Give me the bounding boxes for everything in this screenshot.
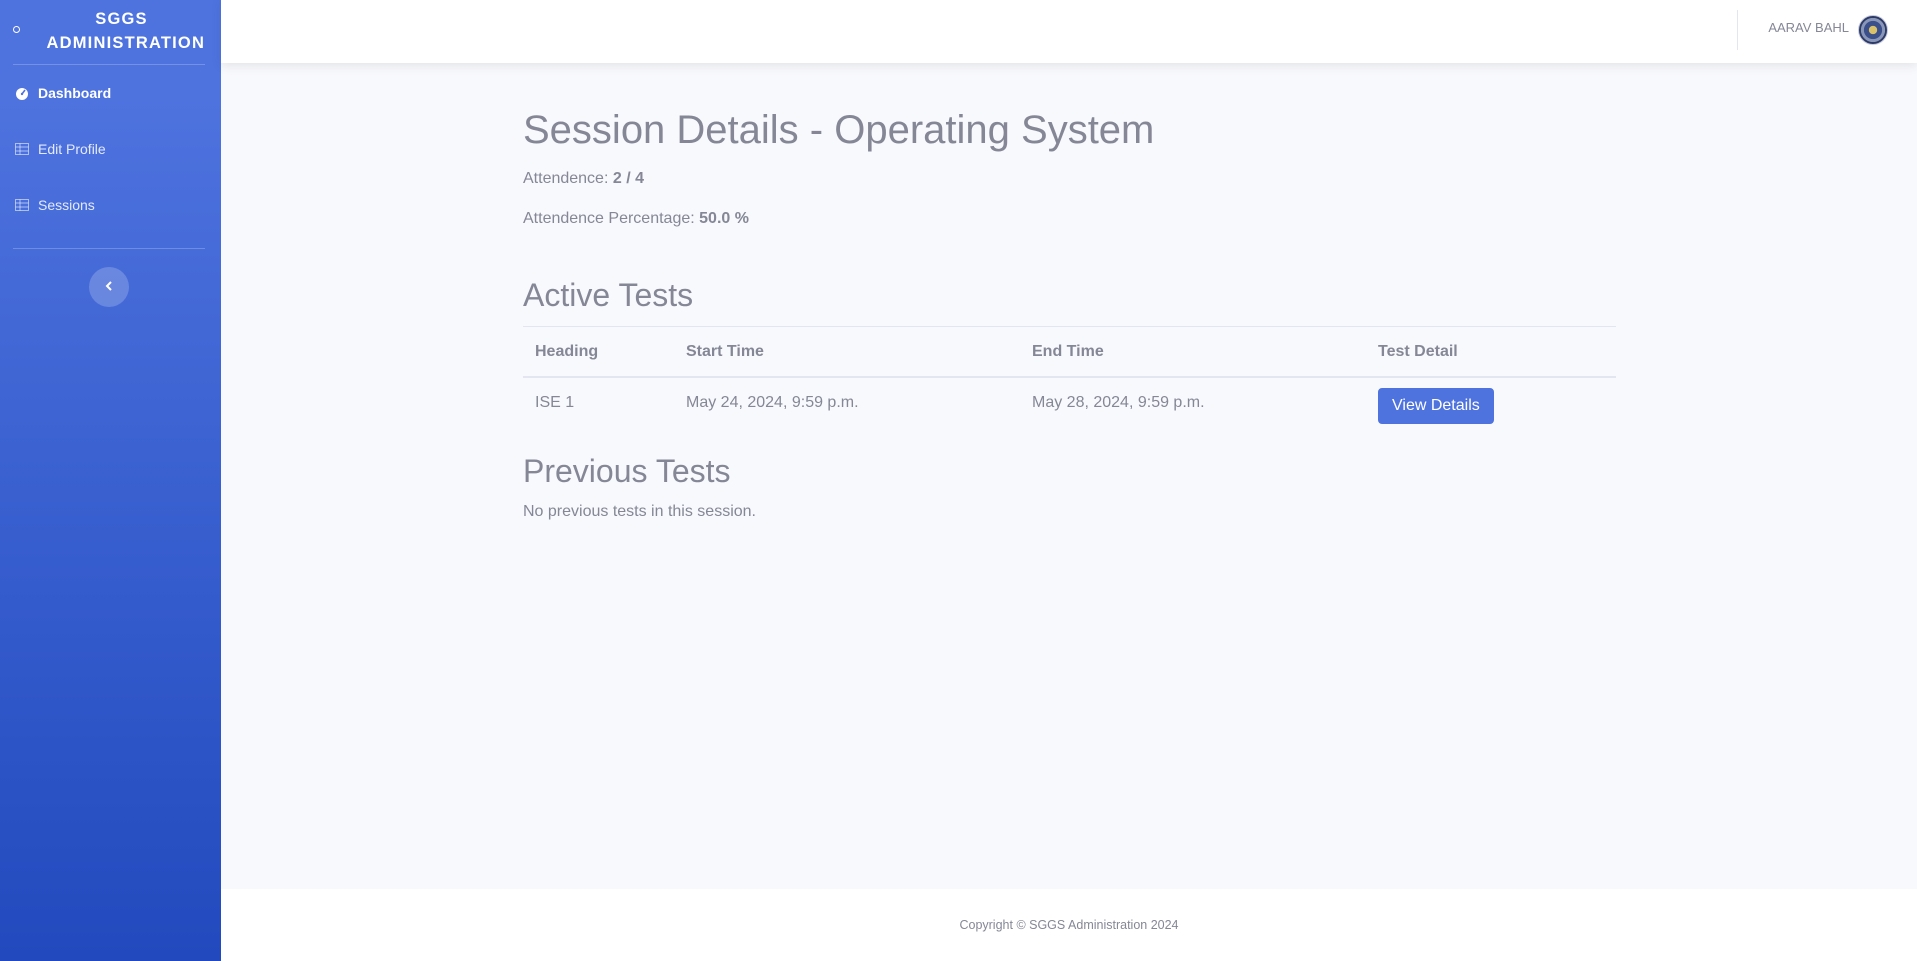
- chevron-left-icon: [105, 278, 113, 296]
- column-header-end-time: End Time: [1020, 326, 1366, 378]
- column-header-heading: Heading: [523, 326, 674, 378]
- sidebar-item-label: Dashboard: [38, 85, 112, 101]
- user-name[interactable]: AARAV BAHL: [1768, 20, 1849, 35]
- sidebar: SGGS ADMINISTRATION Dashboard Edit Profi…: [0, 0, 221, 961]
- sidebar-item-label: Sessions: [38, 197, 95, 213]
- column-header-test-detail: Test Detail: [1366, 326, 1616, 378]
- attendance-percentage-line: Attendence Percentage: 50.0 %: [523, 210, 749, 228]
- page-title: Session Details - Operating System: [523, 108, 1155, 152]
- active-tests-title: Active Tests: [523, 277, 694, 313]
- sidebar-brand[interactable]: SGGS ADMINISTRATION: [0, 0, 221, 62]
- table-icon: [15, 198, 29, 212]
- sidebar-item-label: Edit Profile: [38, 141, 106, 157]
- active-tests-table: Heading Start Time End Time Test Detail …: [523, 326, 1616, 444]
- cell-test-detail: View Details: [1366, 377, 1616, 444]
- no-previous-tests-message: No previous tests in this session.: [523, 503, 756, 520]
- table-row: ISE 1 May 24, 2024, 9:59 p.m. May 28, 20…: [523, 377, 1616, 444]
- table-header-row: Heading Start Time End Time Test Detail: [523, 326, 1616, 378]
- brand-logo-icon: [13, 26, 20, 33]
- sidebar-divider: [13, 248, 205, 249]
- user-avatar[interactable]: [1858, 15, 1888, 45]
- attendance-value: 2 / 4: [612, 170, 644, 187]
- cell-heading: ISE 1: [535, 394, 575, 411]
- sidebar-item-edit-profile[interactable]: Edit Profile: [0, 129, 221, 169]
- topbar-divider: [1737, 10, 1738, 50]
- column-header-start-time: Start Time: [674, 326, 1020, 378]
- attendance-line: Attendence: 2 / 4: [523, 170, 644, 188]
- percentage-label: Attendence Percentage:: [523, 210, 695, 227]
- footer: Copyright © SGGS Administration 2024: [221, 889, 1917, 961]
- previous-tests-title: Previous Tests: [523, 453, 731, 489]
- topbar: AARAV BAHL: [221, 0, 1917, 63]
- copyright-text: Copyright © SGGS Administration 2024: [959, 918, 1179, 932]
- table-icon: [15, 142, 29, 156]
- sidebar-toggle-button[interactable]: [89, 267, 129, 307]
- cell-start-time: May 24, 2024, 9:59 p.m.: [686, 394, 859, 411]
- sidebar-divider: [13, 64, 205, 65]
- sidebar-item-dashboard[interactable]: Dashboard: [0, 73, 221, 113]
- attendance-label: Attendence:: [523, 170, 609, 187]
- brand-text: SGGS ADMINISTRATION: [46, 10, 206, 52]
- cell-end-time: May 28, 2024, 9:59 p.m.: [1032, 394, 1205, 411]
- tachometer-icon: [15, 86, 29, 100]
- view-details-button[interactable]: View Details: [1378, 388, 1494, 424]
- percentage-value: 50.0 %: [699, 210, 749, 227]
- sidebar-item-sessions[interactable]: Sessions: [0, 185, 221, 225]
